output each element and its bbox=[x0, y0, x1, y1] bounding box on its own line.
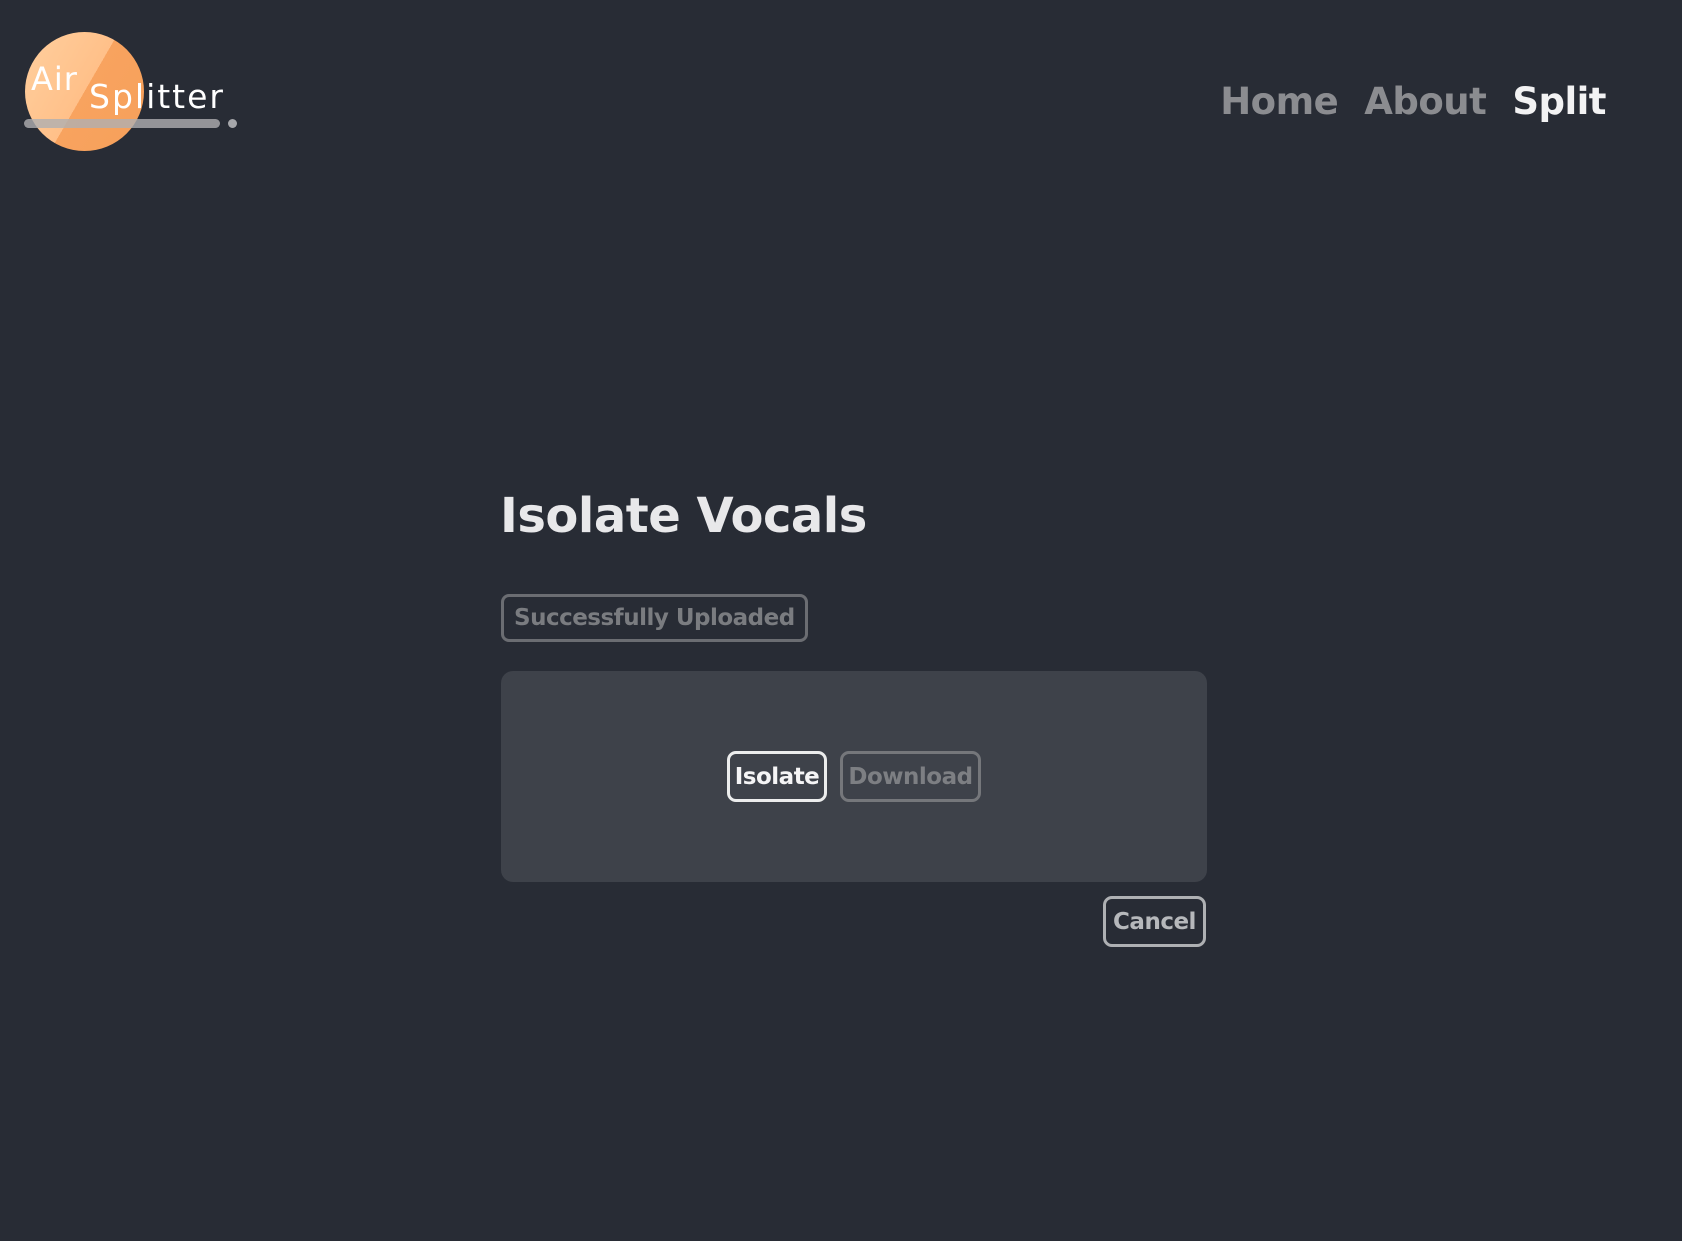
nav-link-home[interactable]: Home bbox=[1220, 80, 1339, 123]
app-logo[interactable]: Air Splitter bbox=[22, 32, 242, 157]
logo-word-splitter: Splitter bbox=[89, 77, 225, 116]
page-title: Isolate Vocals bbox=[500, 488, 867, 544]
action-panel: Isolate Download bbox=[501, 671, 1207, 882]
cancel-button[interactable]: Cancel bbox=[1103, 896, 1206, 947]
nav-link-split[interactable]: Split bbox=[1512, 80, 1606, 123]
logo-word-air: Air bbox=[31, 60, 78, 98]
logo-underline-bar bbox=[24, 119, 220, 128]
logo-underline-dot bbox=[228, 119, 237, 128]
upload-status-badge: Successfully Uploaded bbox=[501, 594, 808, 642]
top-nav: Home About Split bbox=[1220, 80, 1606, 123]
isolate-button[interactable]: Isolate bbox=[727, 751, 827, 802]
nav-link-about[interactable]: About bbox=[1364, 80, 1487, 123]
download-button[interactable]: Download bbox=[840, 751, 981, 802]
